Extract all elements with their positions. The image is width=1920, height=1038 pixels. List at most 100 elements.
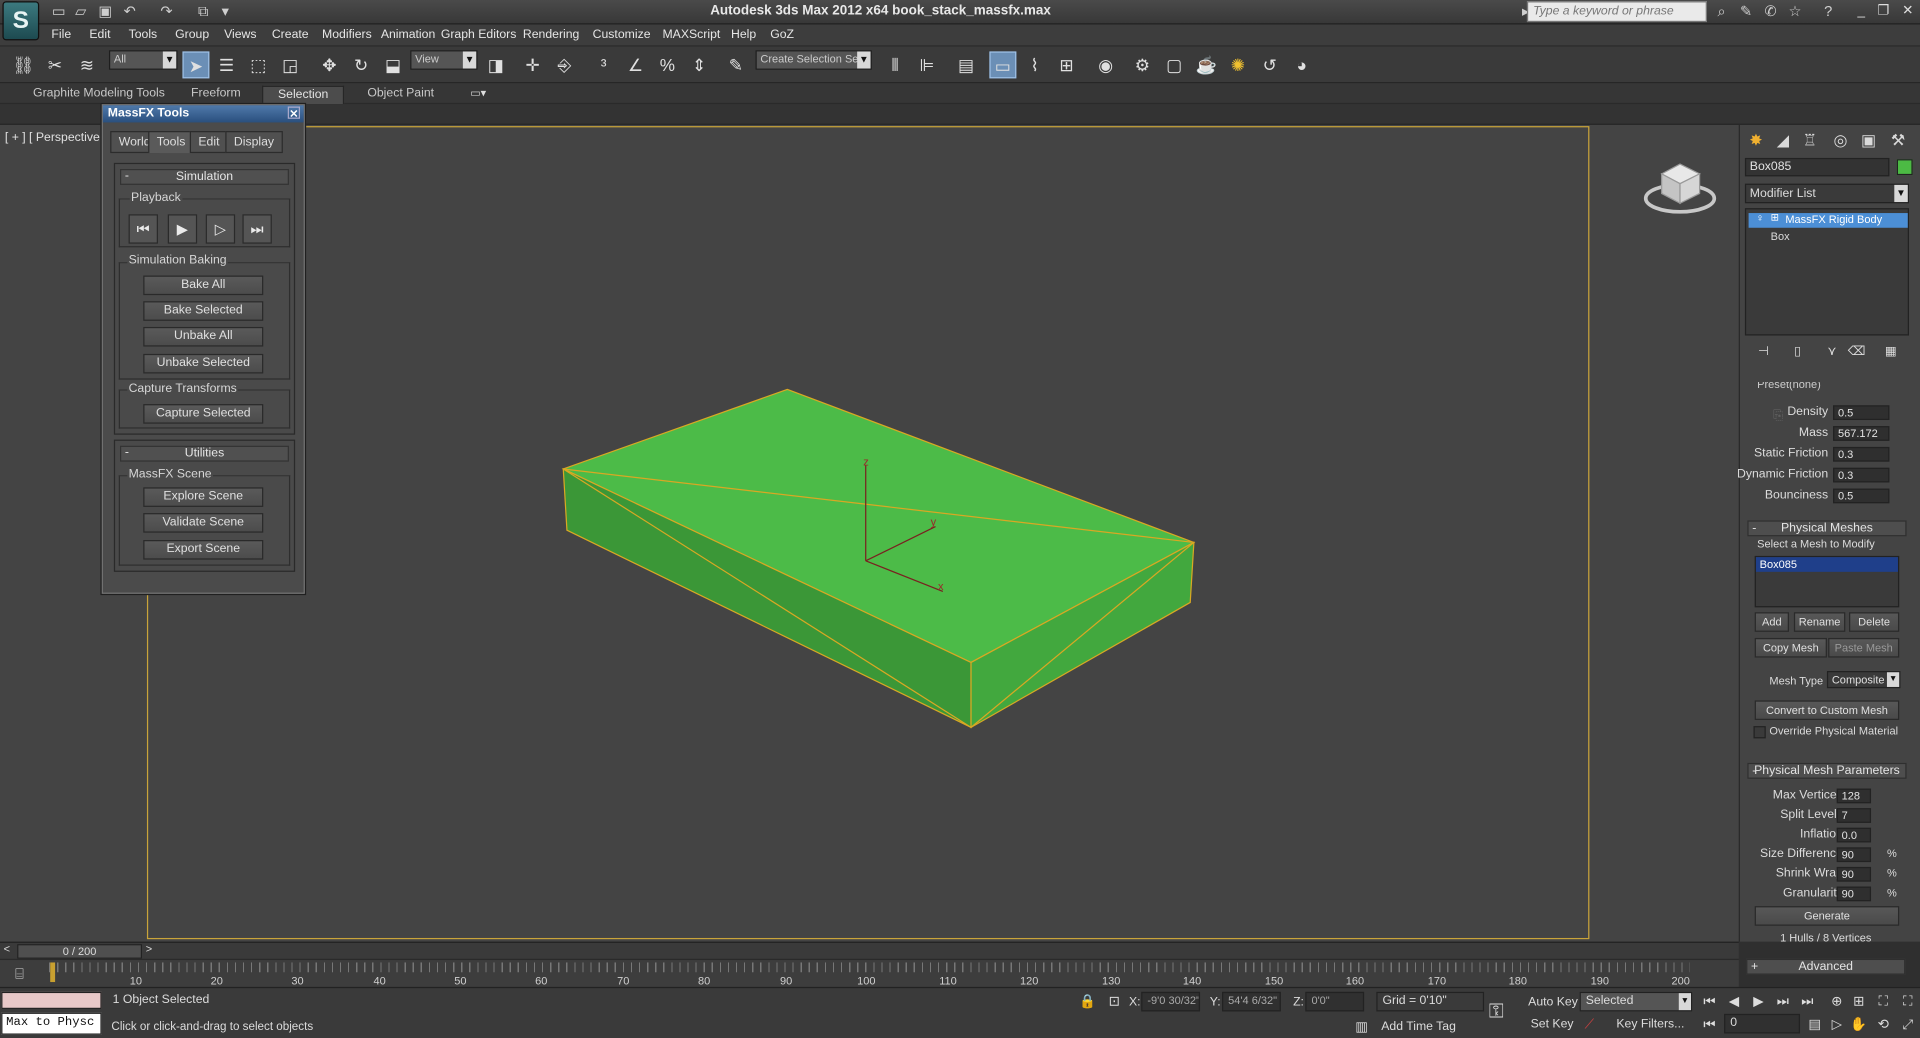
tab-object-paint[interactable]: Object Paint bbox=[353, 86, 449, 104]
project-folder-icon[interactable]: ⧉ bbox=[193, 2, 213, 20]
key-selection-dropdown[interactable]: Selected ▼ bbox=[1579, 991, 1693, 1012]
zoom-icon[interactable]: ⊕ bbox=[1827, 992, 1847, 1012]
menu-help[interactable]: Help bbox=[731, 28, 756, 41]
copy-mesh-button[interactable]: Copy Mesh bbox=[1754, 637, 1827, 658]
capture-selected-button[interactable]: Capture Selected bbox=[143, 404, 264, 424]
stack-item-box[interactable]: Box bbox=[1771, 230, 1790, 242]
align-icon[interactable]: ⊫ bbox=[913, 51, 940, 78]
quick-access-dropdown-icon[interactable]: ▾ bbox=[216, 2, 236, 20]
undo-icon[interactable]: ↶ bbox=[120, 2, 140, 20]
app-logo[interactable]: S bbox=[2, 1, 40, 41]
split-levels-field[interactable]: 7 bbox=[1836, 808, 1872, 823]
rectangular-selection-icon[interactable]: ⬚ bbox=[245, 51, 272, 78]
export-scene-button[interactable]: Export Scene bbox=[143, 540, 264, 560]
selection-filter-dropdown[interactable]: All ▼ bbox=[108, 50, 178, 70]
link-icon[interactable]: ⛓ bbox=[10, 51, 37, 78]
tab-edit[interactable]: Edit bbox=[189, 131, 229, 154]
validate-scene-button[interactable]: Validate Scene bbox=[143, 513, 264, 533]
expand-plus-icon[interactable]: ⊞ bbox=[1771, 212, 1779, 223]
remove-modifier-icon[interactable]: ⌫ bbox=[1848, 345, 1865, 362]
menu-create[interactable]: Create bbox=[272, 28, 309, 41]
key-mode-icon[interactable]: ⏮ bbox=[1700, 1015, 1720, 1035]
size-difference-field[interactable]: 90 bbox=[1836, 847, 1872, 863]
spinner-snap-icon[interactable]: ⇕ bbox=[686, 51, 713, 78]
pin-stack-icon[interactable]: ⊣ bbox=[1755, 345, 1772, 362]
rendered-frame-window-icon[interactable]: ▢ bbox=[1161, 51, 1188, 78]
named-selection-set-dropdown[interactable]: Create Selection Se ▼ bbox=[755, 50, 872, 70]
link-values-icon[interactable]: ⎘ bbox=[1773, 409, 1783, 422]
massfx-title-bar[interactable]: MassFX Tools ✕ bbox=[102, 105, 304, 123]
maxscript-listener[interactable]: Max to Physc bbox=[1, 1012, 102, 1035]
generate-button[interactable]: Generate bbox=[1754, 906, 1900, 926]
massfx-reset-icon[interactable]: ↺ bbox=[1256, 51, 1283, 78]
close-icon[interactable]: ✕ bbox=[287, 106, 301, 120]
menu-edit[interactable]: Edit bbox=[89, 28, 110, 41]
rename-mesh-button[interactable]: Rename bbox=[1793, 612, 1846, 632]
physical-meshes-header[interactable]: - Physical Meshes bbox=[1747, 520, 1907, 537]
utilities-tab-icon[interactable]: ⚒ bbox=[1887, 130, 1909, 152]
menu-animation[interactable]: Animation bbox=[381, 28, 435, 41]
create-tab-icon[interactable]: ✸ bbox=[1745, 130, 1767, 152]
render-setup-icon[interactable]: ⚙ bbox=[1129, 51, 1156, 78]
play-icon[interactable]: ▶ bbox=[1749, 992, 1769, 1012]
bounciness-field[interactable]: 0.5 bbox=[1833, 488, 1890, 504]
menu-maxscript[interactable]: MAXScript bbox=[662, 28, 720, 41]
move-icon[interactable]: ✥ bbox=[316, 51, 343, 78]
subscription-icon[interactable]: ✎ bbox=[1736, 2, 1756, 20]
previous-frame-icon[interactable]: < bbox=[4, 943, 10, 955]
search-input[interactable]: Type a keyword or phrase bbox=[1526, 1, 1707, 23]
make-unique-icon[interactable]: ⋎ bbox=[1823, 345, 1840, 362]
granularity-field[interactable]: 90 bbox=[1836, 886, 1872, 902]
menu-tools[interactable]: Tools bbox=[129, 28, 158, 41]
start-without-animation-icon[interactable]: ▷ bbox=[205, 214, 236, 244]
tab-tools[interactable]: Tools bbox=[148, 131, 194, 154]
zoom-all-icon[interactable]: ⊞ bbox=[1849, 992, 1869, 1012]
edit-named-selection-icon[interactable]: ✎ bbox=[722, 51, 749, 78]
go-to-end-icon[interactable]: ⏭ bbox=[1798, 992, 1818, 1012]
previous-key-icon[interactable]: ◀ bbox=[1724, 992, 1744, 1012]
save-icon[interactable]: ▣ bbox=[96, 2, 116, 20]
static-friction-field[interactable]: 0.3 bbox=[1833, 446, 1890, 462]
time-slider-thumb[interactable]: 0 / 200 bbox=[17, 944, 143, 959]
unbake-all-button[interactable]: Unbake All bbox=[143, 326, 264, 347]
layer-manager-icon[interactable]: ▤ bbox=[953, 51, 980, 78]
menu-modifiers[interactable]: Modifiers bbox=[322, 28, 372, 41]
snaps-toggle-icon[interactable]: ³ bbox=[590, 51, 617, 78]
zoom-extents-icon[interactable]: ⛶ bbox=[1873, 992, 1893, 1012]
add-mesh-button[interactable]: Add bbox=[1754, 612, 1789, 632]
y-coordinate-field[interactable]: 54'4 6/32" bbox=[1222, 991, 1281, 1012]
minimize-icon[interactable]: _ bbox=[1851, 1, 1871, 21]
restore-icon[interactable]: ❐ bbox=[1873, 1, 1893, 21]
menu-graph-editors[interactable]: Graph Editors bbox=[441, 28, 517, 41]
pan-icon[interactable]: ✋ bbox=[1849, 1015, 1869, 1035]
show-end-result-icon[interactable]: ▯ bbox=[1789, 345, 1806, 362]
display-tab-icon[interactable]: ▣ bbox=[1858, 130, 1880, 152]
percent-snap-icon[interactable]: % bbox=[654, 51, 681, 78]
mesh-type-dropdown[interactable]: Composite ▼ bbox=[1826, 671, 1901, 689]
material-editor-icon[interactable]: ◉ bbox=[1092, 51, 1119, 78]
motion-tab-icon[interactable]: ◎ bbox=[1829, 130, 1851, 152]
binoculars-icon[interactable]: ⌕ bbox=[1712, 2, 1732, 20]
tab-freeform[interactable]: Freeform bbox=[176, 86, 255, 104]
step-simulation-icon[interactable]: ⏭ bbox=[242, 214, 272, 244]
select-object-icon[interactable]: ➤ bbox=[182, 51, 210, 79]
track-bar[interactable]: ⌸ 10 20 30 40 50 60 70 80 90 100 110 120… bbox=[0, 958, 1739, 987]
viewcube[interactable] bbox=[1643, 163, 1717, 214]
menu-group[interactable]: Group bbox=[175, 28, 209, 41]
field-of-view-icon[interactable]: ▷ bbox=[1827, 1015, 1847, 1035]
menu-rendering[interactable]: Rendering bbox=[523, 28, 580, 41]
unbake-selected-button[interactable]: Unbake Selected bbox=[143, 353, 264, 374]
modify-tab-icon[interactable]: ◢ bbox=[1772, 130, 1794, 152]
bake-selected-button[interactable]: Bake Selected bbox=[143, 301, 264, 321]
lock-selection-icon[interactable]: 🔒 bbox=[1078, 992, 1098, 1012]
mini-curve-editor-icon[interactable]: ⌸ bbox=[7, 965, 31, 985]
x-coordinate-field[interactable]: -9'0 30/32" bbox=[1141, 991, 1201, 1012]
time-config-icon[interactable]: ▤ bbox=[1805, 1015, 1825, 1035]
add-time-tag-button[interactable]: Add Time Tag bbox=[1381, 1020, 1456, 1033]
object-name-field[interactable]: Box085 bbox=[1744, 157, 1890, 177]
override-checkbox[interactable] bbox=[1753, 726, 1766, 739]
lightbulb-icon[interactable]: ♀ bbox=[1756, 212, 1764, 224]
massfx-world-icon[interactable]: ✺ bbox=[1225, 51, 1252, 78]
set-key-mode-icon[interactable]: ⚿ bbox=[1487, 1002, 1507, 1023]
close-window-icon[interactable]: ✕ bbox=[1898, 1, 1918, 21]
